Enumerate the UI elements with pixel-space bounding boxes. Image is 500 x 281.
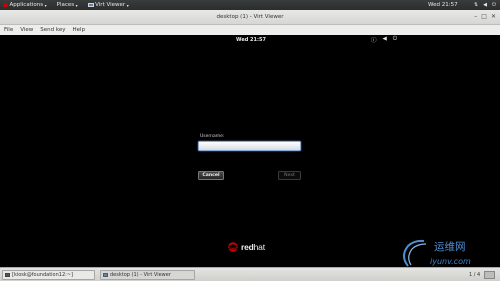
menu-file[interactable]: File xyxy=(4,27,13,33)
places-label: Places xyxy=(56,2,75,8)
redhat-wordmark-hat: hat xyxy=(253,242,265,252)
workspace-switcher[interactable] xyxy=(484,271,495,279)
redhat-logo: redhat xyxy=(227,242,265,252)
window-menu[interactable]: Virt Viewer ▾ xyxy=(87,2,129,8)
guest-status-icons[interactable]: ⓘ ◀ ⏻ xyxy=(371,36,397,44)
window-titlebar[interactable]: desktop (1) - Virt Viewer – □ ✕ xyxy=(0,10,500,25)
maximize-icon[interactable]: □ xyxy=(481,13,487,20)
username-label: Username: xyxy=(200,134,225,139)
volume-icon: ◀ xyxy=(483,2,488,8)
taskbar-item-label: desktop (1) - Virt Viewer xyxy=(110,272,171,278)
terminal-icon xyxy=(5,273,10,277)
power-icon: ⏻ xyxy=(492,2,496,8)
window-icon xyxy=(103,273,108,277)
menu-send-key[interactable]: Send key xyxy=(40,27,65,33)
host-clock[interactable]: Wed 21:57 xyxy=(428,2,458,8)
host-top-bar: Applications ▾ Places ▾ Virt Viewer ▾ We… xyxy=(0,0,500,10)
taskbar-item-label: [kiosk@foundation12:~] xyxy=(12,272,73,278)
volume-icon[interactable]: ◀ xyxy=(383,36,387,44)
cancel-button[interactable]: Cancel xyxy=(198,171,224,180)
close-icon[interactable]: ✕ xyxy=(491,13,496,20)
window-title: desktop (1) - Virt Viewer xyxy=(216,14,284,20)
applications-menu[interactable]: Applications ▾ xyxy=(3,2,47,8)
window-icon xyxy=(87,3,94,7)
accessibility-icon[interactable]: ⓘ xyxy=(371,36,377,44)
redhat-wordmark: redhat xyxy=(241,242,265,252)
guest-top-bar: Wed 21:57 ⓘ ◀ ⏻ xyxy=(0,35,500,44)
guest-clock: Wed 21:57 xyxy=(236,37,266,43)
watermark-url: iyunv.com xyxy=(430,257,471,266)
power-icon[interactable]: ⏻ xyxy=(393,36,397,44)
taskbar-item-terminal[interactable]: [kiosk@foundation12:~] xyxy=(2,270,95,280)
chevron-down-icon: ▾ xyxy=(44,2,47,8)
taskbar: [kiosk@foundation12:~] desktop (1) - Vir… xyxy=(0,267,500,281)
menu-view[interactable]: View xyxy=(20,27,33,33)
network-icon: ⇅ xyxy=(473,2,479,8)
watermark-cn-text: 运维网 xyxy=(434,241,466,253)
watermark: 运维网 iyunv.com xyxy=(398,238,500,268)
next-button[interactable]: Next xyxy=(278,171,301,180)
chevron-down-icon: ▾ xyxy=(126,2,129,8)
window-menu-label: Virt Viewer xyxy=(95,2,126,8)
watermark-swoosh-icon xyxy=(403,239,427,267)
chevron-down-icon: ▾ xyxy=(75,2,78,8)
menu-help[interactable]: Help xyxy=(73,27,86,33)
redhat-hat-icon xyxy=(228,242,238,252)
username-input[interactable] xyxy=(198,141,301,151)
guest-display[interactable]: Wed 21:57 ⓘ ◀ ⏻ Username: Cancel Next re… xyxy=(0,35,500,267)
redhat-icon xyxy=(3,3,8,7)
workspace-pager-label: 1 / 4 xyxy=(469,272,481,278)
minimize-icon[interactable]: – xyxy=(474,13,477,20)
redhat-wordmark-red: red xyxy=(241,242,254,252)
places-menu[interactable]: Places ▾ xyxy=(57,2,78,8)
taskbar-item-virt-viewer[interactable]: desktop (1) - Virt Viewer xyxy=(100,270,195,280)
system-tray[interactable]: ⇅ ◀ ⏻ xyxy=(474,2,496,8)
applications-label: Applications xyxy=(9,2,44,8)
menubar: File View Send key Help xyxy=(0,25,500,35)
window-controls: – □ ✕ xyxy=(474,13,496,20)
